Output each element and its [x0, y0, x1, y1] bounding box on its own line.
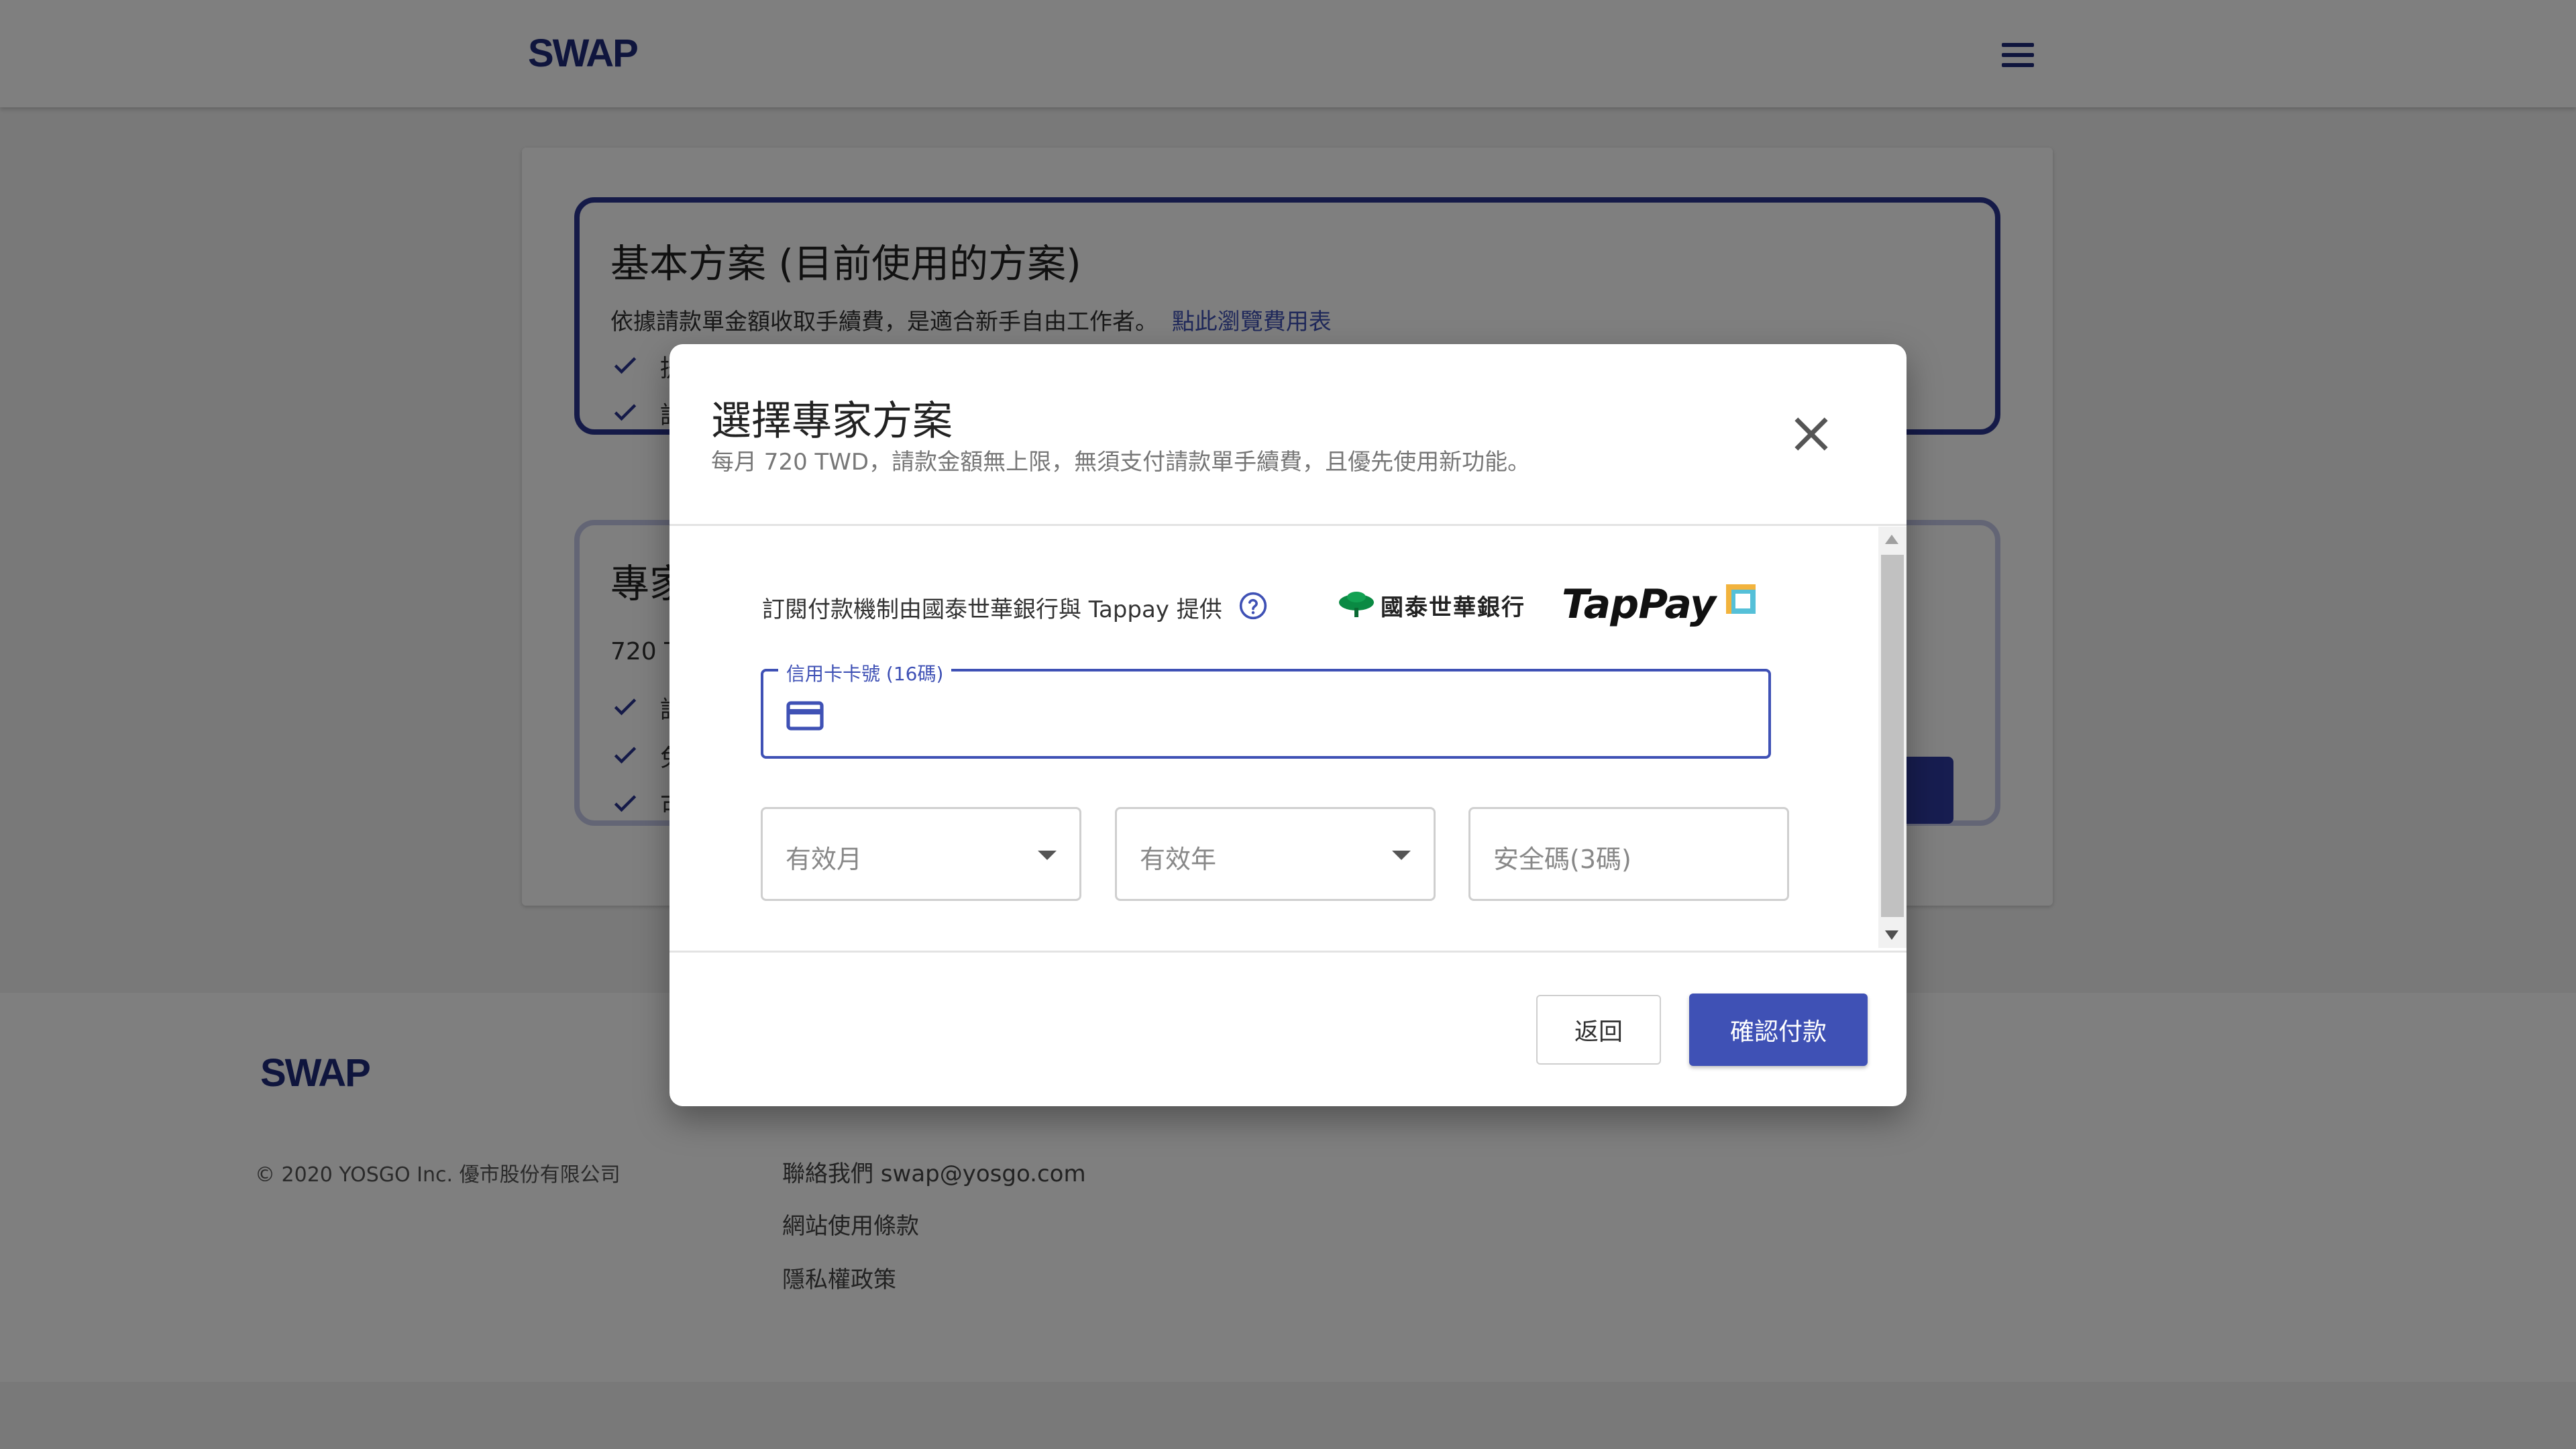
expiry-year-select[interactable]: 有效年: [1115, 807, 1436, 901]
help-icon[interactable]: [1238, 591, 1268, 621]
dialog-scrollbar[interactable]: [1878, 527, 1907, 948]
credit-card-number-input[interactable]: [837, 692, 1752, 740]
tappay-name: TapPay: [1562, 581, 1716, 628]
dialog-header-divider: [669, 524, 1907, 526]
tappay-logo: TapPay: [1562, 578, 1756, 631]
cvc-placeholder: 安全碼(3碼): [1493, 845, 1631, 874]
cathay-bank-logo: 國泰世華銀行: [1338, 588, 1525, 622]
confirm-payment-button[interactable]: 確認付款: [1689, 994, 1868, 1066]
dropdown-arrow-icon: [1038, 851, 1057, 860]
scrollbar-thumb[interactable]: [1881, 555, 1904, 917]
dropdown-arrow-icon: [1392, 851, 1411, 860]
back-button[interactable]: 返回: [1536, 995, 1661, 1065]
credit-card-number-field[interactable]: 信用卡卡號 (16碼): [761, 659, 1771, 759]
expiry-year-placeholder: 有效年: [1140, 845, 1217, 874]
dialog-subtitle: 每月 720 TWD，請款金額無上限，無須支付請款單手續費，且優先使用新功能。: [711, 449, 1531, 476]
credit-card-icon: [786, 701, 824, 731]
expiry-month-select[interactable]: 有效月: [761, 807, 1081, 901]
cathay-tree-icon: [1339, 592, 1374, 617]
payment-dialog: 選擇專家方案 每月 720 TWD，請款金額無上限，無須支付請款單手續費，且優先…: [669, 344, 1907, 1106]
tappay-square-icon: [1726, 584, 1756, 614]
payment-provider-text: 訂閱付款機制由國泰世華銀行與 Tappay 提供: [762, 596, 1222, 623]
scroll-down-arrow-icon[interactable]: [1885, 930, 1898, 940]
expiry-month-placeholder: 有效月: [786, 845, 863, 874]
credit-card-number-label: 信用卡卡號 (16碼): [778, 659, 952, 686]
cathay-bank-name: 國泰世華銀行: [1381, 594, 1525, 621]
dialog-body: 訂閱付款機制由國泰世華銀行與 Tappay 提供 國泰世華銀行 TapPay 信…: [669, 527, 1907, 948]
close-icon[interactable]: [1786, 409, 1837, 460]
dialog-title: 選擇專家方案: [711, 398, 953, 445]
scroll-up-arrow-icon[interactable]: [1885, 535, 1898, 544]
cvc-field[interactable]: 安全碼(3碼): [1468, 807, 1789, 901]
dialog-footer-divider: [669, 951, 1907, 953]
